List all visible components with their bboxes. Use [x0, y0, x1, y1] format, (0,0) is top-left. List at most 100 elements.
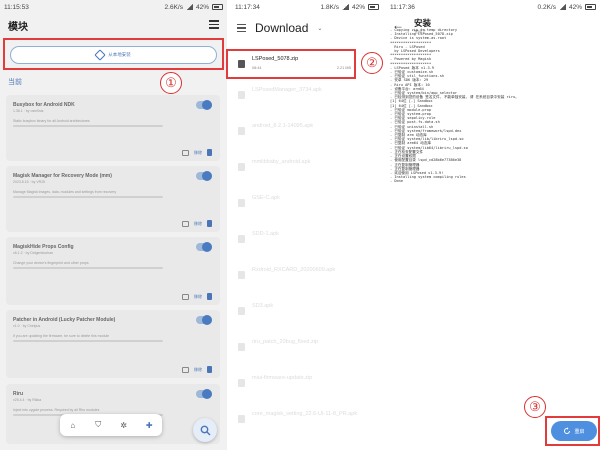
signal-icon [341, 4, 349, 10]
module-enable-toggle[interactable] [196, 389, 212, 399]
bug-icon[interactable]: ✲ [119, 420, 129, 430]
file-icon [238, 415, 245, 423]
file-name: mmlibbaby_android.apk [252, 159, 311, 165]
file-item[interactable]: miui-firmware-update.zip [231, 370, 383, 396]
module-card[interactable]: Magisk Manager for Recovery Mode (mm) 202… [6, 166, 220, 232]
install-button-highlight: 从本地安装 [3, 38, 224, 70]
trash-icon[interactable] [207, 220, 212, 227]
module-name: Patcher in Android (Lucky Patcher Module… [13, 317, 116, 323]
text-placeholder-line [13, 196, 163, 198]
module-name: Magisk Manager for Recovery Mode (mm) [13, 173, 112, 179]
file-item[interactable]: Rxdroid_RXCARD_20200609.apk [231, 262, 383, 288]
step-annotation-1: ① [160, 72, 182, 94]
module-actions: 移除 [182, 366, 212, 373]
status-bar: 11:17:34 1.8K/s 42% [231, 0, 383, 14]
status-battery: 42% [568, 3, 582, 11]
file-name: android_8.2.1-14095.apk [252, 123, 314, 129]
trash-icon[interactable] [207, 293, 212, 300]
file-icon [238, 307, 245, 315]
status-time: 11:15:53 [4, 3, 29, 11]
file-name: Rxdroid_RXCARD_20200609.apk [252, 267, 336, 273]
status-time: 11:17:34 [235, 3, 260, 11]
status-battery: 42% [195, 3, 209, 11]
module-card[interactable]: Busybox for Android NDK 1.36.1 · by osm0s… [6, 95, 220, 161]
module-version: 2023.8.15 · by VR25 [13, 180, 46, 184]
signal-icon [185, 4, 193, 10]
module-description: Static busybox binary for all Android ar… [13, 119, 90, 123]
module-enable-toggle[interactable] [196, 171, 212, 181]
trash-icon[interactable] [207, 149, 212, 156]
battery-icon [585, 4, 596, 10]
app-bar: Download ⌄ [231, 14, 383, 42]
reboot-button[interactable]: 重启 [551, 421, 597, 441]
file-name: GSE-C.apk [252, 195, 280, 201]
status-bar: 11:17:36 0.2K/s 42% [386, 0, 600, 14]
settings-box-icon[interactable] [182, 366, 189, 373]
file-name: riru_patch_20bug_fixed.zip [252, 339, 319, 345]
module-enable-toggle[interactable] [196, 242, 212, 252]
remove-label[interactable]: 移除 [194, 294, 202, 300]
file-icon [238, 163, 245, 171]
hamburger-menu-icon[interactable] [237, 24, 246, 32]
remove-label[interactable]: 移除 [194, 150, 202, 156]
battery-icon [212, 4, 223, 10]
step-annotation-2: ② [361, 52, 383, 74]
module-card[interactable]: MagiskHide Props Config v6.1.2 · by Didge… [6, 237, 220, 305]
file-item[interactable]: android_8.2.1-14095.apk [231, 118, 383, 144]
status-time: 11:17:36 [390, 3, 415, 11]
menu-icon[interactable] [209, 20, 219, 30]
file-highlight-box [226, 49, 356, 79]
file-name: SDD-1.apk [252, 231, 279, 237]
reboot-label: 重启 [574, 428, 585, 435]
module-enable-toggle[interactable] [196, 100, 212, 110]
install-log-screen: 11:17:36 0.2K/s 42% ← 安装 完成了 - Copying z… [386, 0, 600, 450]
file-icon [238, 235, 245, 243]
file-item[interactable]: riru_patch_20bug_fixed.zip [231, 334, 383, 360]
file-item[interactable]: SDD-1.apk [231, 226, 383, 252]
status-net: 1.8K/s [320, 3, 339, 11]
step-annotation-3: ③ [524, 396, 546, 418]
trash-icon[interactable] [207, 366, 212, 373]
file-item[interactable]: SD3.apk [231, 298, 383, 324]
module-version: v1.0 · by Chelpus [13, 324, 41, 328]
signal-icon [558, 4, 566, 10]
file-name: miui-firmware-update.zip [252, 375, 313, 381]
remove-label[interactable]: 移除 [194, 221, 202, 227]
status-net: 0.2K/s [537, 3, 556, 11]
shield-icon[interactable]: ⛉ [93, 420, 103, 430]
module-description: Change your device's fingerprint and oth… [13, 261, 89, 265]
module-version: 1.36.1 · by osm0sis [13, 109, 44, 113]
folder-title[interactable]: Download [255, 21, 308, 35]
file-item[interactable]: mmlibbaby_android.apk [231, 154, 383, 180]
install-button-label: 从本地安装 [108, 52, 131, 57]
app-bar: 模块 [0, 14, 227, 36]
settings-box-icon[interactable] [182, 293, 189, 300]
module-version: v25.4.4 · by Rikka [13, 398, 42, 402]
chevron-down-icon[interactable]: ⌄ [317, 25, 322, 32]
install-log: - Copying zip to temp directory - Install… [390, 28, 590, 184]
module-version: v6.1.2 · by Didgeridoohan [13, 251, 54, 255]
module-name: Busybox for Android NDK [13, 102, 75, 108]
file-item[interactable]: GSE-C.apk [231, 190, 383, 216]
file-item[interactable]: LSPosedManager_3734.apk [231, 82, 383, 108]
file-icon [238, 127, 245, 135]
home-icon[interactable]: ⌂ [68, 420, 78, 430]
install-from-local-button[interactable]: 从本地安装 [10, 46, 217, 64]
search-fab[interactable] [193, 418, 217, 442]
log-line: - Done [390, 179, 403, 184]
status-net: 2.6K/s [164, 3, 183, 11]
file-item[interactable]: core_magisk_setting_22.6-UI-11-8_PR.apk [231, 406, 383, 432]
settings-box-icon[interactable] [182, 149, 189, 156]
module-card[interactable]: Patcher in Android (Lucky Patcher Module… [6, 310, 220, 378]
module-enable-toggle[interactable] [196, 315, 212, 325]
section-label-current: 当前 [8, 79, 22, 86]
file-icon [238, 343, 245, 351]
module-name: MagiskHide Props Config [13, 244, 74, 250]
file-name: core_magisk_setting_22.6-UI-11-8_PR.apk [252, 411, 358, 417]
puzzle-icon[interactable]: ✚ [144, 420, 154, 430]
text-placeholder-line [13, 125, 163, 127]
remove-label[interactable]: 移除 [194, 367, 202, 373]
refresh-icon [564, 427, 571, 434]
settings-box-icon[interactable] [182, 220, 189, 227]
text-placeholder-line [13, 267, 163, 269]
